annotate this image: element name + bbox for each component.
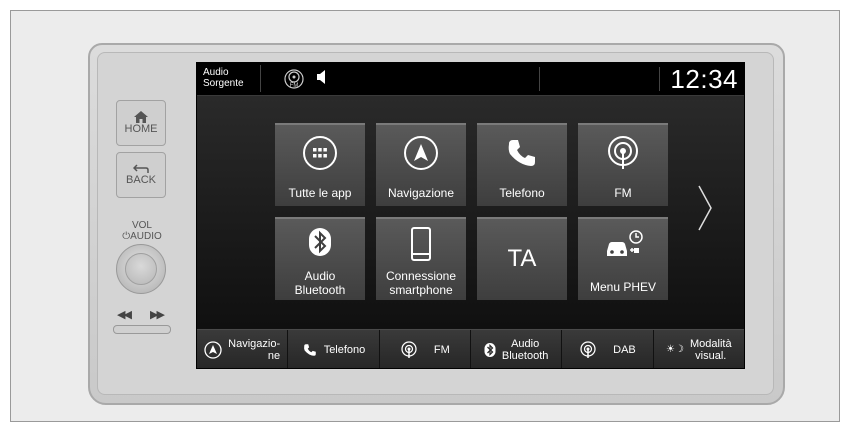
speaker-icon (317, 70, 325, 84)
dock-label-line2: visual. (695, 349, 727, 362)
tile-label-line1: Audio (304, 269, 336, 283)
tile-label: Menu PHEV (589, 280, 657, 294)
radio-antenna-icon (401, 340, 417, 358)
next-page-chevron-icon[interactable] (697, 184, 713, 232)
tile-label-line1: Connessione (385, 269, 457, 283)
power-icon: ⏻ (122, 231, 131, 242)
source-line1: Audio (203, 67, 229, 78)
dock-label-line1: Telefono (323, 343, 366, 356)
status-bar: Audio Sorgente FM 12:34 (197, 63, 744, 96)
seek-rocker[interactable] (113, 325, 171, 334)
source-line2: Sorgente (203, 78, 244, 89)
knob-center (125, 253, 157, 285)
skip-back-icon: ◀◀ (117, 309, 132, 321)
back-label: BACK (126, 174, 156, 186)
tile-label-line2: Bluetooth (294, 283, 346, 297)
volume-knob[interactable] (116, 244, 166, 294)
skip-forward-button[interactable]: ▶▶ (150, 308, 165, 321)
car-plug-clock-icon (607, 230, 643, 256)
dock-label-line1: Audio (511, 337, 540, 350)
tile-audio-bluetooth[interactable]: Audio Bluetooth (275, 217, 365, 300)
dock-label-line2: ne (267, 349, 281, 362)
dock-phone[interactable]: Telefono (288, 330, 380, 368)
tile-label: Telefono (499, 186, 545, 200)
tile-label: TA (507, 245, 537, 272)
apps-grid-icon (303, 136, 337, 170)
status-divider (659, 67, 660, 91)
tile-ta[interactable]: TA (477, 217, 567, 300)
radio-antenna-icon (580, 340, 596, 358)
skip-back-button[interactable]: ◀◀ (117, 308, 132, 321)
dock-dab[interactable]: DAB (562, 330, 654, 368)
tile-fm[interactable]: FM (578, 123, 668, 206)
phone-icon (303, 343, 316, 356)
bluetooth-icon (484, 342, 496, 357)
status-divider (539, 67, 540, 91)
home-button[interactable]: HOME (116, 100, 166, 146)
dock-navigation[interactable]: Navigazio-ne (197, 330, 289, 368)
fm-badge: FM (290, 83, 299, 89)
clock: 12:34 (670, 64, 738, 94)
touch-screen: Audio Sorgente FM 12:34 Tutte le app Nav… (196, 62, 745, 369)
dock-label-line1: DAB (613, 343, 636, 356)
vol-text: VOL (131, 220, 152, 231)
tile-label: Connessione smartphone (378, 269, 464, 297)
tile-smartphone-connection[interactable]: Connessione smartphone (376, 217, 466, 300)
tile-navigation[interactable]: Navigazione (376, 123, 466, 206)
back-button[interactable]: BACK (116, 152, 166, 198)
tile-all-apps[interactable]: Tutte le app (275, 123, 365, 206)
tile-label: Navigazione (387, 186, 455, 200)
home-icon (134, 111, 148, 123)
dock-display-mode[interactable]: ☀☽ Modalità visual. (654, 330, 744, 368)
bluetooth-icon (309, 228, 331, 256)
skip-forward-icon: ▶▶ (150, 309, 165, 321)
radio-antenna-icon (608, 136, 638, 169)
audio-text: AUDIO (130, 231, 162, 242)
dock-label-line1: Navigazio- (228, 337, 281, 350)
tile-phone[interactable]: Telefono (477, 123, 567, 206)
tile-label: Audio Bluetooth (277, 269, 363, 297)
smartphone-icon (411, 227, 431, 261)
fm-source-icon: FM (284, 69, 304, 89)
volume-power-label: VOL ⏻AUDIO (116, 220, 168, 242)
tile-phev-menu[interactable]: Menu PHEV (578, 217, 668, 300)
home-label: HOME (124, 123, 158, 135)
dock-label-line2: Bluetooth (501, 349, 549, 362)
phone-icon (508, 140, 535, 166)
shortcut-dock: Navigazio-ne Telefono FM AudioBluetooth (197, 329, 744, 368)
tile-label: FM (614, 186, 632, 200)
dock-fm[interactable]: FM (380, 330, 471, 368)
navigation-arrow-icon (404, 136, 438, 170)
home-screen: Tutte le app Navigazione Telefono FM Aud… (197, 96, 744, 351)
tile-label-line2: smartphone (389, 283, 453, 297)
tile-label: Tutte le app (288, 186, 352, 200)
back-arrow-icon (133, 164, 149, 173)
audio-source-button[interactable]: Audio Sorgente (199, 65, 261, 92)
day-night-icon: ☀☽ (666, 343, 684, 355)
dock-label-line1: FM (433, 343, 450, 356)
navigation-arrow-icon (204, 340, 222, 359)
dock-audio-bluetooth[interactable]: Audio Bluetooth (471, 330, 563, 368)
dock-label-line1: Modalità (689, 337, 732, 350)
